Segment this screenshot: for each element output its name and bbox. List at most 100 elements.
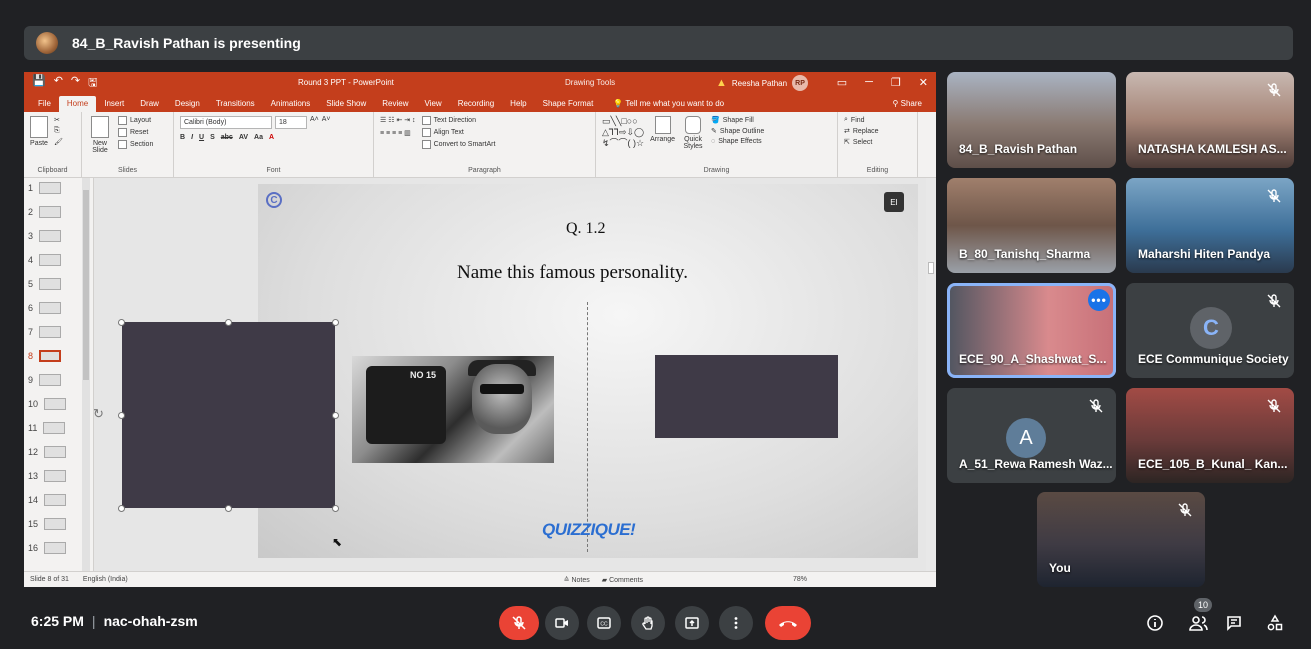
comments-button: ▰ Comments: [602, 576, 643, 584]
hand-icon: [642, 616, 653, 630]
ribbon-group-label: Slides: [117, 167, 138, 174]
arrange-icon: [654, 116, 671, 134]
thumb-number: 15: [28, 519, 39, 529]
arrange-label: Arrange: [650, 136, 676, 143]
thumb-preview: [39, 302, 62, 314]
zoom-level: 78%: [792, 576, 807, 583]
quick-styles-label: Quick Styles: [683, 136, 703, 150]
ppt-user-name: Reesha Pathan: [731, 78, 788, 88]
participant-name: ECE_90_A_Shashwat_S...: [959, 352, 1107, 366]
convert-smartart-label: Convert to SmartArt: [433, 141, 496, 148]
chip-logo-icon: EI: [884, 192, 904, 212]
mic-off-icon: [1178, 503, 1192, 517]
chat-button[interactable]: [1222, 611, 1246, 635]
format-painter-icon: 🖌: [54, 139, 63, 146]
more-options-button[interactable]: [719, 606, 753, 640]
tab-shape-format: Shape Format: [542, 99, 594, 108]
text-direction-label: Text Direction: [433, 117, 476, 124]
resize-handle: [225, 505, 232, 512]
meeting-info-button[interactable]: [1143, 611, 1167, 635]
more-options-icon[interactable]: •••: [1088, 289, 1110, 311]
tab-review: Review: [382, 99, 409, 108]
ribbon-group-label: Paragraph: [468, 167, 501, 174]
resize-handle: [118, 319, 125, 326]
participant-tile[interactable]: ECE_105_B_Kunal_ Kan...: [1126, 388, 1294, 483]
present-button[interactable]: [675, 606, 709, 640]
thumb-preview: [39, 206, 62, 218]
participant-name: 84_B_Ravish Pathan: [959, 142, 1078, 156]
participant-tile[interactable]: 84_B_Ravish Pathan: [947, 72, 1116, 168]
ribbon-group-slides: New Slide Layout Reset Section Slides: [82, 112, 174, 177]
shape-effects-icon: ◌: [711, 138, 716, 145]
people-button[interactable]: [1187, 611, 1211, 635]
paste-icon: [30, 116, 48, 138]
ribbon-group-label: Drawing: [703, 167, 730, 174]
meeting-code: nac-ohah-zsm: [103, 613, 198, 629]
thumb-number: 1: [28, 183, 34, 193]
leave-call-button[interactable]: [765, 606, 811, 640]
raise-hand-button[interactable]: [631, 606, 665, 640]
microphone-button[interactable]: [499, 606, 539, 640]
shape-effects-button: ◌ Shape Effects: [711, 138, 764, 145]
align-text-button: Align Text: [421, 128, 496, 137]
slide-thumbnails: 1 2 3 4 5 6 7 8 9 10 11 12 13 14 15 16: [24, 178, 94, 571]
thumbnail: 14: [28, 494, 67, 506]
layout-icon: [118, 116, 127, 125]
minimize-icon: ─: [865, 76, 873, 88]
shape-fill-icon: 🪣: [711, 117, 720, 124]
thumb-number: 4: [28, 255, 34, 265]
section-icon: [118, 140, 127, 149]
scroll-thumb: [83, 190, 89, 380]
self-view-tile[interactable]: You: [1037, 492, 1205, 587]
camera-button[interactable]: [545, 606, 579, 640]
meet-window: 84_B_Ravish Pathan is presenting 💾 ↶ ↷ 🖫…: [0, 0, 1311, 649]
thumb-preview: [44, 446, 67, 458]
strikethrough-icon: abc: [220, 134, 233, 141]
find-icon: ⌕: [844, 116, 848, 123]
ribbon: Paste ✂ ⎘ 🖌 Clipboard New Slide Layout R…: [24, 112, 936, 178]
meeting-controls-bar: 6:25 PM | nac-ohah-zsm CC 10: [0, 596, 1311, 649]
thumbnail: 4: [28, 254, 62, 266]
thumb-preview: [44, 542, 67, 554]
thumbnail: 10: [28, 398, 67, 410]
change-case-icon: Aa: [254, 134, 263, 141]
ppt-editor: 1 2 3 4 5 6 7 8 9 10 11 12 13 14 15 16 C: [24, 178, 936, 571]
thumbnail: 16: [28, 542, 67, 554]
participant-tile[interactable]: A A_51_Rewa Ramesh Waz...: [947, 388, 1116, 483]
thumb-preview: [44, 494, 67, 506]
warning-icon: ▲: [716, 77, 727, 89]
participant-count-badge: 10: [1194, 598, 1212, 612]
participant-tile[interactable]: NATASHA KAMLESH AS...: [1126, 72, 1294, 168]
presenting-banner[interactable]: 84_B_Ravish Pathan is presenting: [24, 26, 1293, 60]
society-logo-icon: C: [266, 192, 282, 208]
reset-label: Reset: [130, 129, 149, 136]
more-vertical-icon: [734, 617, 738, 629]
ribbon-display-icon: ▭: [836, 77, 848, 89]
participant-tile[interactable]: C ECE Communique Society: [1126, 283, 1294, 378]
font-size-field: 18: [275, 116, 307, 129]
char-spacing-icon: AV: [238, 134, 249, 141]
thumb-preview: [39, 230, 62, 242]
select-icon: ⇱: [844, 139, 850, 146]
align-icons: ≡ ≡ ≡ ≡ ▥: [380, 130, 411, 137]
tab-insert: Insert: [104, 99, 125, 108]
ribbon-group-drawing: ▭╲╲□○○ △⅂⅂⇨⇩◯ ↯⌒⌒( )☆ Arrange Quick Styles…: [596, 112, 838, 177]
participant-tile[interactable]: Maharshi Hiten Pandya: [1126, 178, 1294, 273]
resize-handle: [225, 319, 232, 326]
text-direction-icon: [421, 116, 431, 125]
slide-divider: [587, 302, 588, 552]
shadow-icon: S: [210, 134, 215, 141]
window-controls: ▭ ─ ❐ ✕: [837, 76, 928, 89]
tell-me-field: 💡 Tell me what you want to do: [613, 99, 724, 112]
participant-tile-active[interactable]: ••• ECE_90_A_Shashwat_S...: [947, 283, 1116, 378]
mic-off-icon: [1267, 294, 1281, 308]
activities-button[interactable]: [1263, 611, 1287, 635]
thumb-preview: [44, 518, 67, 530]
ribbon-tabs: File Home Insert Draw Design Transitions…: [24, 94, 936, 112]
thumb-preview: [39, 254, 62, 266]
participant-tile[interactable]: B_80_Tanishq_Sharma: [947, 178, 1116, 273]
thumb-number: 3: [28, 231, 34, 241]
text-direction-button: Text Direction: [421, 116, 496, 125]
captions-button[interactable]: CC: [587, 606, 621, 640]
shape-fill-button: 🪣 Shape Fill: [711, 116, 764, 125]
